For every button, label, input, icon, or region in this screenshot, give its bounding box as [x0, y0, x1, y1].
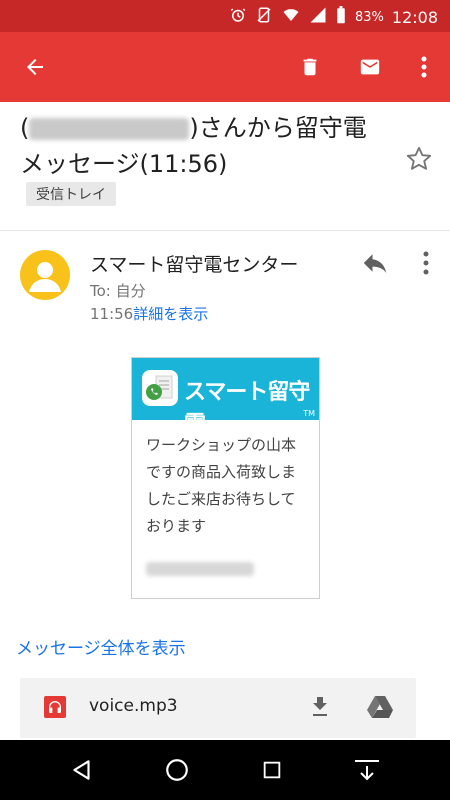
recents-square-icon[interactable] [256, 754, 288, 786]
label-chip-inbox[interactable]: 受信トレイ [26, 182, 116, 206]
cell-signal-icon [309, 6, 327, 28]
divider [0, 230, 450, 231]
sender-name: スマート留守電センター [90, 254, 299, 276]
battery-icon [335, 6, 347, 28]
email-subject: ( )さんから留守電 メッセージ(11:56) [20, 110, 400, 182]
details-link[interactable]: 詳細を表示 [133, 305, 208, 323]
download-icon[interactable] [308, 694, 332, 720]
home-circle-icon[interactable] [161, 754, 193, 786]
battery-percent: 83% [354, 9, 384, 25]
subject-text-1: )さんから留守電 [189, 114, 367, 142]
wifi-icon [281, 6, 301, 28]
google-drive-icon[interactable] [366, 694, 394, 720]
brand-banner: スマート留守電 TM [132, 358, 319, 437]
star-icon[interactable] [405, 145, 435, 175]
app-bar [0, 32, 450, 102]
navigation-bar [0, 740, 450, 800]
subject-prefix: ( [20, 114, 30, 142]
reply-icon[interactable] [360, 248, 392, 280]
phone-app-icon [142, 370, 178, 406]
back-triangle-icon[interactable] [66, 754, 98, 786]
view-entire-message-link[interactable]: メッセージ全体を表示 [16, 634, 186, 659]
trash-icon[interactable] [291, 48, 329, 86]
more-vert-icon[interactable] [405, 48, 443, 86]
back-arrow-icon[interactable] [16, 48, 54, 86]
notification-dropdown-icon[interactable] [351, 754, 383, 786]
status-bar: 83% 12:08 [0, 0, 450, 32]
redacted-phone-number [29, 118, 190, 140]
status-icons: 83% 12:08 [229, 6, 438, 28]
attachment[interactable]: voice.mp3 [20, 678, 416, 738]
voicemail-card: スマート留守電 TM ワークショップの山本ですの商品入荷致しましたご来店お待ちし… [131, 357, 320, 599]
message-more-icon[interactable] [412, 248, 440, 280]
avatar[interactable] [20, 250, 70, 300]
recipient: To: 自分 [90, 282, 146, 300]
sent-time: 11:56 [90, 305, 134, 323]
mail-icon[interactable] [351, 48, 389, 86]
voicemail-transcript: ワークショップの山本ですの商品入荷致しましたご来店お待ちしております [146, 436, 297, 535]
sent-time-row: 11:56詳細を表示 [90, 303, 208, 324]
headphones-icon [44, 696, 66, 718]
signal-blocked-icon [255, 6, 273, 28]
brand-title: スマート留守電 [184, 380, 310, 437]
clock: 12:08 [391, 7, 438, 27]
alarm-icon [229, 6, 247, 28]
subject-text-2: メッセージ(11:56) [20, 150, 228, 178]
trademark: TM [303, 409, 315, 418]
redacted-phone-number [146, 562, 254, 576]
attachment-filename: voice.mp3 [89, 696, 178, 716]
